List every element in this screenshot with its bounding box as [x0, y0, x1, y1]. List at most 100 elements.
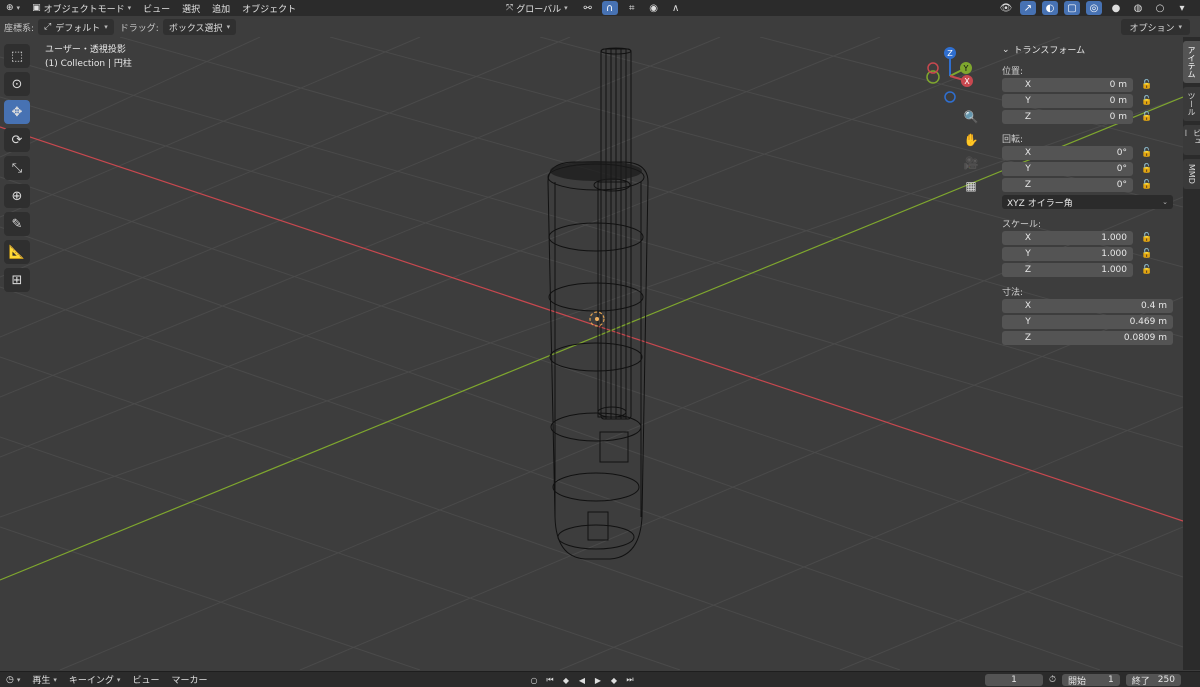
gizmo-toggle-icon[interactable]: ↗: [1020, 1, 1036, 15]
overlay-toggle-icon[interactable]: ◐: [1042, 1, 1058, 15]
pivot-icon[interactable]: ⚯: [580, 1, 596, 15]
lock-icon[interactable]: 🔓: [1139, 164, 1155, 174]
timeline-header: ◷ ▾ 再生 ▾ キーイング ▾ ビュー マーカー ○ ⏮ ◆ ◀ ▶ ◆ ⏭ 1 ⏱…: [0, 671, 1200, 687]
rotation-mode-dropdown[interactable]: XYZ オイラー角 ⌄: [1002, 195, 1173, 209]
lock-icon[interactable]: 🔓: [1139, 80, 1155, 90]
play-icon[interactable]: ▶: [592, 674, 604, 686]
dimension-x-field[interactable]: X 0.4 m: [1002, 299, 1173, 313]
snap-target-icon[interactable]: ⌗: [624, 1, 640, 15]
sidebar-tabs: アイテム ツール ビュー MMD: [1182, 37, 1200, 670]
tab-tool[interactable]: ツール: [1183, 87, 1200, 121]
camera-view-icon[interactable]: 🎥: [960, 152, 982, 174]
end-frame-field[interactable]: 終了 250: [1125, 674, 1181, 687]
play-reverse-icon[interactable]: ◀: [576, 674, 588, 686]
location-x-field[interactable]: X0 m: [1002, 78, 1133, 92]
tab-mmd[interactable]: MMD: [1183, 159, 1200, 189]
stopwatch-icon[interactable]: ⏱: [1049, 675, 1056, 685]
coord-dropdown[interactable]: ⤢ デフォルト ▾: [38, 19, 114, 35]
rotate-icon[interactable]: ⟳: [4, 128, 30, 152]
shading-options-icon[interactable]: ▾: [1174, 1, 1190, 15]
shading-wireframe-icon[interactable]: ◎: [1086, 1, 1102, 15]
pan-hand-icon[interactable]: ✋: [960, 129, 982, 151]
editor-type-button[interactable]: ⊕ ▾: [0, 3, 26, 13]
scale-z-field[interactable]: Z 1.000: [1002, 263, 1133, 277]
drag-label: ドラッグ:: [119, 23, 159, 34]
jump-start-icon[interactable]: ⏮: [544, 674, 556, 686]
snap-icon[interactable]: ∩: [601, 1, 618, 15]
location-label: 位置:: [1002, 67, 1024, 77]
dimension-y-field[interactable]: Y 0.469 m: [1002, 315, 1173, 329]
dimensions-label: 寸法:: [1002, 288, 1024, 298]
menu-add[interactable]: 追加: [206, 2, 236, 15]
scale-label: スケール:: [1002, 220, 1042, 230]
location-y-field[interactable]: Y0 m: [1002, 94, 1133, 108]
lock-icon[interactable]: 🔓: [1139, 265, 1155, 275]
scale-x-field[interactable]: X 1.000: [1002, 231, 1133, 245]
move-icon[interactable]: ✥: [4, 100, 30, 124]
measure-icon[interactable]: 📐: [4, 240, 30, 264]
menu-object[interactable]: オブジェクト: [236, 2, 302, 15]
current-frame-field[interactable]: 1: [985, 674, 1043, 686]
xray-toggle-icon[interactable]: ▢: [1064, 1, 1080, 15]
prev-keyframe-icon[interactable]: ◆: [560, 674, 572, 686]
lock-icon[interactable]: 🔓: [1139, 180, 1155, 190]
header-bar: ⊕ ▾ ▣ オブジェクトモード ▾ ビュー 選択 追加 オブジェクト ⤧ グローバル ▾ …: [0, 0, 1200, 16]
menu-timeline-view[interactable]: ビュー: [126, 673, 165, 686]
lock-icon[interactable]: 🔓: [1139, 112, 1155, 122]
coord-label: 座標系:: [4, 23, 35, 34]
mode-dropdown[interactable]: ▣ オブジェクトモード ▾: [26, 2, 137, 15]
tab-view[interactable]: ビュー: [1182, 125, 1200, 155]
navigation-gizmo[interactable]: Z Y X: [918, 44, 982, 108]
gizmo-y-label: Y: [963, 64, 969, 73]
location-z-field[interactable]: Z0 m: [1002, 110, 1133, 124]
gizmo-x-label: X: [964, 77, 970, 86]
tab-item[interactable]: アイテム: [1183, 41, 1200, 83]
zoom-icon[interactable]: 🔍: [960, 106, 982, 128]
jump-end-icon[interactable]: ⏭: [624, 674, 636, 686]
menu-playback[interactable]: 再生 ▾: [26, 673, 63, 687]
orientation-icon: ⤧: [506, 3, 514, 13]
chevron-down-icon: ⌄: [1162, 198, 1168, 206]
collection-info: (1) Collection | 円柱: [45, 59, 132, 69]
menu-select[interactable]: 選択: [176, 2, 206, 15]
gizmo-z-label: Z: [947, 49, 953, 58]
shading-rendered-icon[interactable]: ○: [1152, 1, 1168, 15]
scale-icon[interactable]: ⤡: [4, 156, 30, 180]
shading-solid-icon[interactable]: ●: [1108, 1, 1124, 15]
orientation-dropdown[interactable]: ⤧ グローバル ▾: [500, 2, 574, 15]
select-box-icon[interactable]: ⬚: [4, 44, 30, 68]
lock-icon[interactable]: 🔓: [1139, 96, 1155, 106]
start-frame-field[interactable]: 開始 1: [1062, 674, 1120, 687]
perspective-grid-icon[interactable]: ▦: [960, 175, 982, 197]
rotation-z-field[interactable]: Z 0°: [1002, 178, 1133, 192]
timeline-editor-button[interactable]: ◷ ▾: [0, 675, 26, 685]
lock-icon[interactable]: 🔓: [1139, 249, 1155, 259]
drag-dropdown[interactable]: ボックス選択 ▾: [162, 19, 237, 35]
menu-keying[interactable]: キーイング ▾: [63, 673, 127, 687]
transform-icon[interactable]: ⊕: [4, 184, 30, 208]
shading-material-icon[interactable]: ◍: [1130, 1, 1146, 15]
cursor-icon[interactable]: ⊙: [4, 72, 30, 96]
scale-y-field[interactable]: Y 1.000: [1002, 247, 1133, 261]
proportional-edit-icon[interactable]: ◉: [646, 1, 662, 15]
annotate-icon[interactable]: ✎: [4, 212, 30, 236]
rotation-y-field[interactable]: Y 0°: [1002, 162, 1133, 176]
add-cube-icon[interactable]: ⊞: [4, 268, 30, 292]
visibility-icon[interactable]: 👁: [998, 1, 1014, 15]
record-icon[interactable]: ○: [528, 674, 540, 686]
lock-icon[interactable]: 🔓: [1139, 148, 1155, 158]
falloff-icon[interactable]: ∧: [668, 1, 684, 15]
rotation-x-field[interactable]: X 0°: [1002, 146, 1133, 160]
lock-icon[interactable]: 🔓: [1139, 233, 1155, 243]
next-keyframe-icon[interactable]: ◆: [608, 674, 620, 686]
menu-view[interactable]: ビュー: [137, 2, 176, 15]
playback-controls: ○ ⏮ ◆ ◀ ▶ ◆ ⏭: [528, 674, 636, 686]
chevron-down-icon: ⌄: [1002, 44, 1010, 55]
options-button[interactable]: オプション ▾: [1121, 19, 1190, 35]
toolbar-left: ⬚ ⊙ ✥ ⟳ ⤡ ⊕ ✎ 📐 ⊞: [4, 44, 30, 292]
menu-marker[interactable]: マーカー: [165, 673, 213, 686]
transform-header[interactable]: ⌄ トランスフォーム: [1002, 43, 1182, 57]
frame-range: 1 ⏱ 開始 1 終了 250: [985, 674, 1181, 687]
axes-icon: ⤢: [44, 22, 52, 32]
dimension-z-field[interactable]: Z 0.0809 m: [1002, 331, 1173, 345]
